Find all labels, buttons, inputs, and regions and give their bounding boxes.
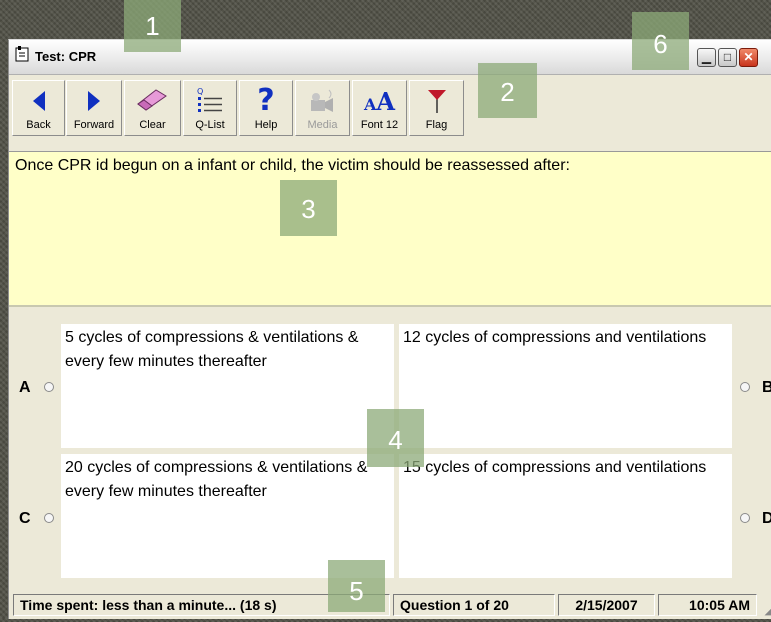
eraser-icon (125, 85, 180, 117)
answer-c-radio[interactable] (44, 513, 54, 523)
question-progress-panel: Question 1 of 20 (393, 594, 555, 616)
date-panel: 2/15/2007 (558, 594, 655, 616)
answer-b-box[interactable]: 12 cycles of compressions and ventilatio… (399, 324, 732, 448)
q-list-button[interactable]: Q Q-List (183, 80, 237, 136)
clear-button[interactable]: Clear (124, 80, 181, 136)
answer-c-letter: C (19, 510, 31, 527)
question-text: Once CPR id begun on a infant or child, … (15, 157, 570, 174)
answer-b-radio[interactable] (740, 382, 750, 392)
forward-label: Forward (73, 119, 115, 131)
document-icon (15, 46, 29, 62)
answer-a-radio[interactable] (44, 382, 54, 392)
media-label: Media (307, 119, 338, 131)
answer-d-radio[interactable] (740, 513, 750, 523)
svg-text:Q: Q (197, 87, 203, 96)
question-panel: Once CPR id begun on a infant or child, … (9, 151, 771, 307)
media-icon (296, 85, 349, 117)
callout-5: 5 (328, 560, 385, 612)
callout-6: 6 (632, 12, 689, 70)
window-title: Test: CPR (35, 49, 97, 64)
font-icon: AA (363, 86, 396, 116)
maximize-button[interactable]: □ (718, 48, 737, 67)
answer-d-box[interactable]: 15 cycles of compressions and ventilatio… (399, 454, 732, 578)
test-window: Test: CPR ▁ □ ✕ Back Forward Clear Q Q-L… (8, 39, 771, 619)
answer-a-box[interactable]: 5 cycles of compressions & ventilations … (61, 324, 394, 448)
arrow-right-icon (67, 85, 121, 117)
list-icon: Q (184, 85, 236, 117)
arrow-left-icon (13, 85, 64, 117)
callout-3: 3 (280, 180, 337, 236)
font-button[interactable]: AA Font 12 (352, 80, 407, 136)
back-button[interactable]: Back (12, 80, 65, 136)
forward-button[interactable]: Forward (66, 80, 122, 136)
clear-label: Clear (139, 119, 166, 131)
flag-button[interactable]: Flag (409, 80, 464, 136)
answer-b-letter: B (762, 379, 771, 396)
toolbar: Back Forward Clear Q Q-List ? Help Media… (9, 75, 479, 141)
q-list-label: Q-List (195, 119, 225, 131)
callout-2: 2 (478, 63, 537, 118)
resize-grip-icon[interactable]: ◢ (765, 604, 771, 617)
time-panel: 10:05 AM (658, 594, 757, 616)
help-icon: ? (257, 83, 275, 118)
back-label: Back (26, 119, 51, 131)
status-bar: Time spent: less than a minute... (18 s)… (9, 591, 771, 619)
flag-label: Flag (425, 119, 448, 131)
flag-icon (410, 85, 463, 117)
help-button[interactable]: ? Help (239, 80, 293, 136)
answer-a-letter: A (19, 379, 31, 396)
media-button[interactable]: Media (295, 80, 350, 136)
callout-1: 1 (124, 0, 181, 52)
close-button[interactable]: ✕ (739, 48, 758, 67)
minimize-button[interactable]: ▁ (697, 48, 716, 67)
answer-d-letter: D (762, 510, 771, 527)
help-label: Help (254, 119, 278, 131)
font-label: Font 12 (360, 119, 399, 131)
callout-4: 4 (367, 409, 424, 467)
